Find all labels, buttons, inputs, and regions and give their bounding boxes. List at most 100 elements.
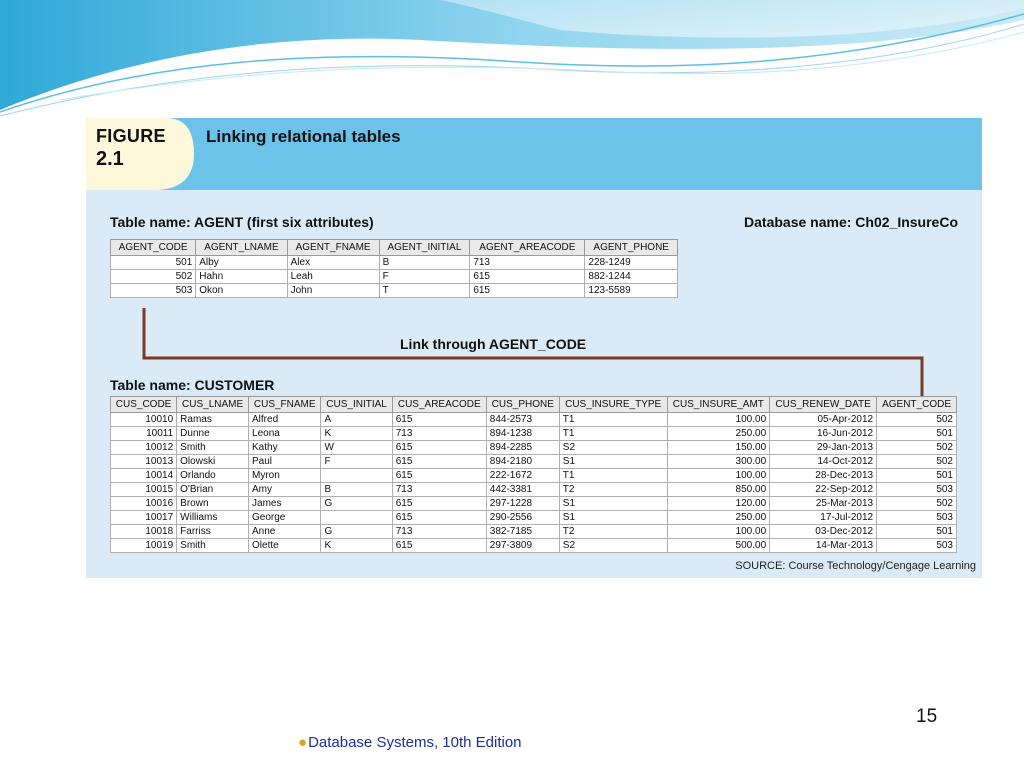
table-cell: S2 [558, 440, 668, 455]
table-cell: S2 [558, 538, 668, 553]
table-cell: B [378, 255, 471, 270]
table-cell: 150.00 [666, 440, 771, 455]
table-cell: K [320, 426, 393, 441]
agent-table-header-row: AGENT_CODE AGENT_LNAME AGENT_FNAME AGENT_IN… [109, 239, 678, 256]
table-row: 10018 Farriss Anne G 713 382-7185 T2 100.00 03-D… [109, 524, 957, 539]
table-cell: Amy [248, 482, 322, 497]
table-cell: B [320, 482, 393, 497]
table-cell: 502 [876, 412, 957, 427]
database-name-caption: Database name: Ch02_InsureCo [744, 214, 958, 230]
table-cell: 615 [391, 496, 487, 511]
agent-table: AGENT_CODE AGENT_LNAME AGENT_FNAME AGENT_IN… [109, 239, 678, 298]
table-cell: 615 [469, 269, 586, 284]
table-row: 503 Okon John T 615 123-5589 [109, 283, 678, 298]
table-cell: 17-Jul-2012 [769, 510, 878, 525]
table-cell: T [378, 283, 471, 298]
table-cell: 120.00 [666, 496, 771, 511]
table-cell: 894-2285 [485, 440, 560, 455]
column-header: CUS_RENEW_DATE [769, 396, 878, 413]
table-cell: Hahn [195, 269, 288, 284]
column-header: AGENT_CODE [876, 396, 957, 413]
table-cell: Olette [248, 538, 322, 553]
link-label: Link through AGENT_CODE [400, 336, 587, 352]
table-cell: Orlando [176, 468, 250, 483]
table-cell: Anne [248, 524, 322, 539]
table-cell: 10019 [109, 538, 178, 553]
bullet-icon: ● [298, 734, 308, 751]
table-cell: 10014 [109, 468, 178, 483]
table-cell: 615 [391, 412, 487, 427]
table-cell: 29-Jan-2013 [769, 440, 878, 455]
table-row: 501 Alby Alex B 713 228-1249 [109, 255, 678, 270]
table-cell: 713 [391, 482, 487, 497]
table-cell: 615 [391, 510, 487, 525]
table-cell: W [320, 440, 393, 455]
table-cell: 882-1244 [584, 269, 678, 284]
table-cell: Leah [286, 269, 380, 284]
column-header: CUS_INITIAL [320, 396, 393, 413]
column-header: AGENT_LNAME [195, 239, 288, 256]
table-cell: Alfred [248, 412, 322, 427]
table-row: 502 Hahn Leah F 615 882-1244 [109, 269, 678, 284]
table-cell: O'Brian [176, 482, 250, 497]
table-cell: T2 [558, 524, 668, 539]
table-cell: 500.00 [666, 538, 771, 553]
table-cell: T1 [558, 468, 668, 483]
table-cell: 615 [391, 538, 487, 553]
table-row: 10015 O'Brian Amy B 713 442-3381 T2 850.00 22-Se… [109, 482, 957, 497]
table-cell: 501 [876, 524, 957, 539]
table-cell: 502 [876, 440, 957, 455]
table-cell: S1 [558, 496, 668, 511]
table-cell: 503 [876, 510, 957, 525]
agent-table-body: 501 Alby Alex B 713 228-1249 502 Hahn Leah F 615 88… [109, 255, 678, 298]
table-cell: 503 [109, 283, 197, 298]
table-cell: Smith [176, 440, 250, 455]
source-credit: SOURCE: Course Technology/Cengage Learni… [735, 560, 976, 572]
table-cell: Williams [176, 510, 250, 525]
column-header: CUS_AREACODE [391, 396, 487, 413]
footer: ●Database Systems, 10th Edition [298, 734, 522, 751]
table-cell: 100.00 [666, 524, 771, 539]
table-cell: 713 [391, 524, 487, 539]
table-cell: A [320, 412, 393, 427]
table-cell: 250.00 [666, 510, 771, 525]
figure-panel: FIGURE 2.1 Linking relational tables Tab… [86, 118, 982, 578]
table-cell: 16-Jun-2012 [769, 426, 878, 441]
table-cell: Farriss [176, 524, 250, 539]
table-cell: 228-1249 [584, 255, 678, 270]
column-header: CUS_CODE [109, 396, 178, 413]
table-cell: Kathy [248, 440, 322, 455]
table-cell: 300.00 [666, 454, 771, 469]
column-header: AGENT_CODE [109, 239, 197, 256]
table-cell: 501 [109, 255, 197, 270]
table-cell: Leona [248, 426, 322, 441]
table-cell: 297-3809 [485, 538, 560, 553]
decorative-wave-banner [0, 0, 1024, 117]
table-row: 10013 Olowski Paul F 615 894-2180 S1 300.00 14-O… [109, 454, 957, 469]
table-cell: 28-Dec-2013 [769, 468, 878, 483]
customer-table-body: 10010 Ramas Alfred A 615 844-2573 T1 100.00 05-A… [109, 412, 957, 553]
table-cell: James [248, 496, 322, 511]
table-cell: T1 [558, 426, 668, 441]
customer-table-header-row: CUS_CODE CUS_LNAME CUS_FNAME CUS_INITIAL CUS… [109, 396, 957, 413]
table-cell: 123-5589 [584, 283, 678, 298]
table-cell: 615 [391, 440, 487, 455]
table-cell: G [320, 524, 393, 539]
table-cell: 22-Sep-2012 [769, 482, 878, 497]
table-row: 10011 Dunne Leona K 713 894-1238 T1 250.00 16-Ju… [109, 426, 957, 441]
customer-table: CUS_CODE CUS_LNAME CUS_FNAME CUS_INITIAL CUS… [109, 396, 957, 553]
table-cell: 10012 [109, 440, 178, 455]
table-cell: S1 [558, 454, 668, 469]
table-row: 10019 Smith Olette K 615 297-3809 S2 500.00 14-M… [109, 538, 957, 553]
table-cell: 10013 [109, 454, 178, 469]
table-cell: 03-Dec-2012 [769, 524, 878, 539]
table-cell: 10011 [109, 426, 178, 441]
table-cell: Okon [195, 283, 288, 298]
table-cell: 05-Apr-2012 [769, 412, 878, 427]
table-cell: Ramas [176, 412, 250, 427]
column-header: CUS_PHONE [485, 396, 560, 413]
table-cell: 713 [469, 255, 586, 270]
table-cell: 14-Mar-2013 [769, 538, 878, 553]
table-cell: Alex [286, 255, 380, 270]
table-cell: 25-Mar-2013 [769, 496, 878, 511]
